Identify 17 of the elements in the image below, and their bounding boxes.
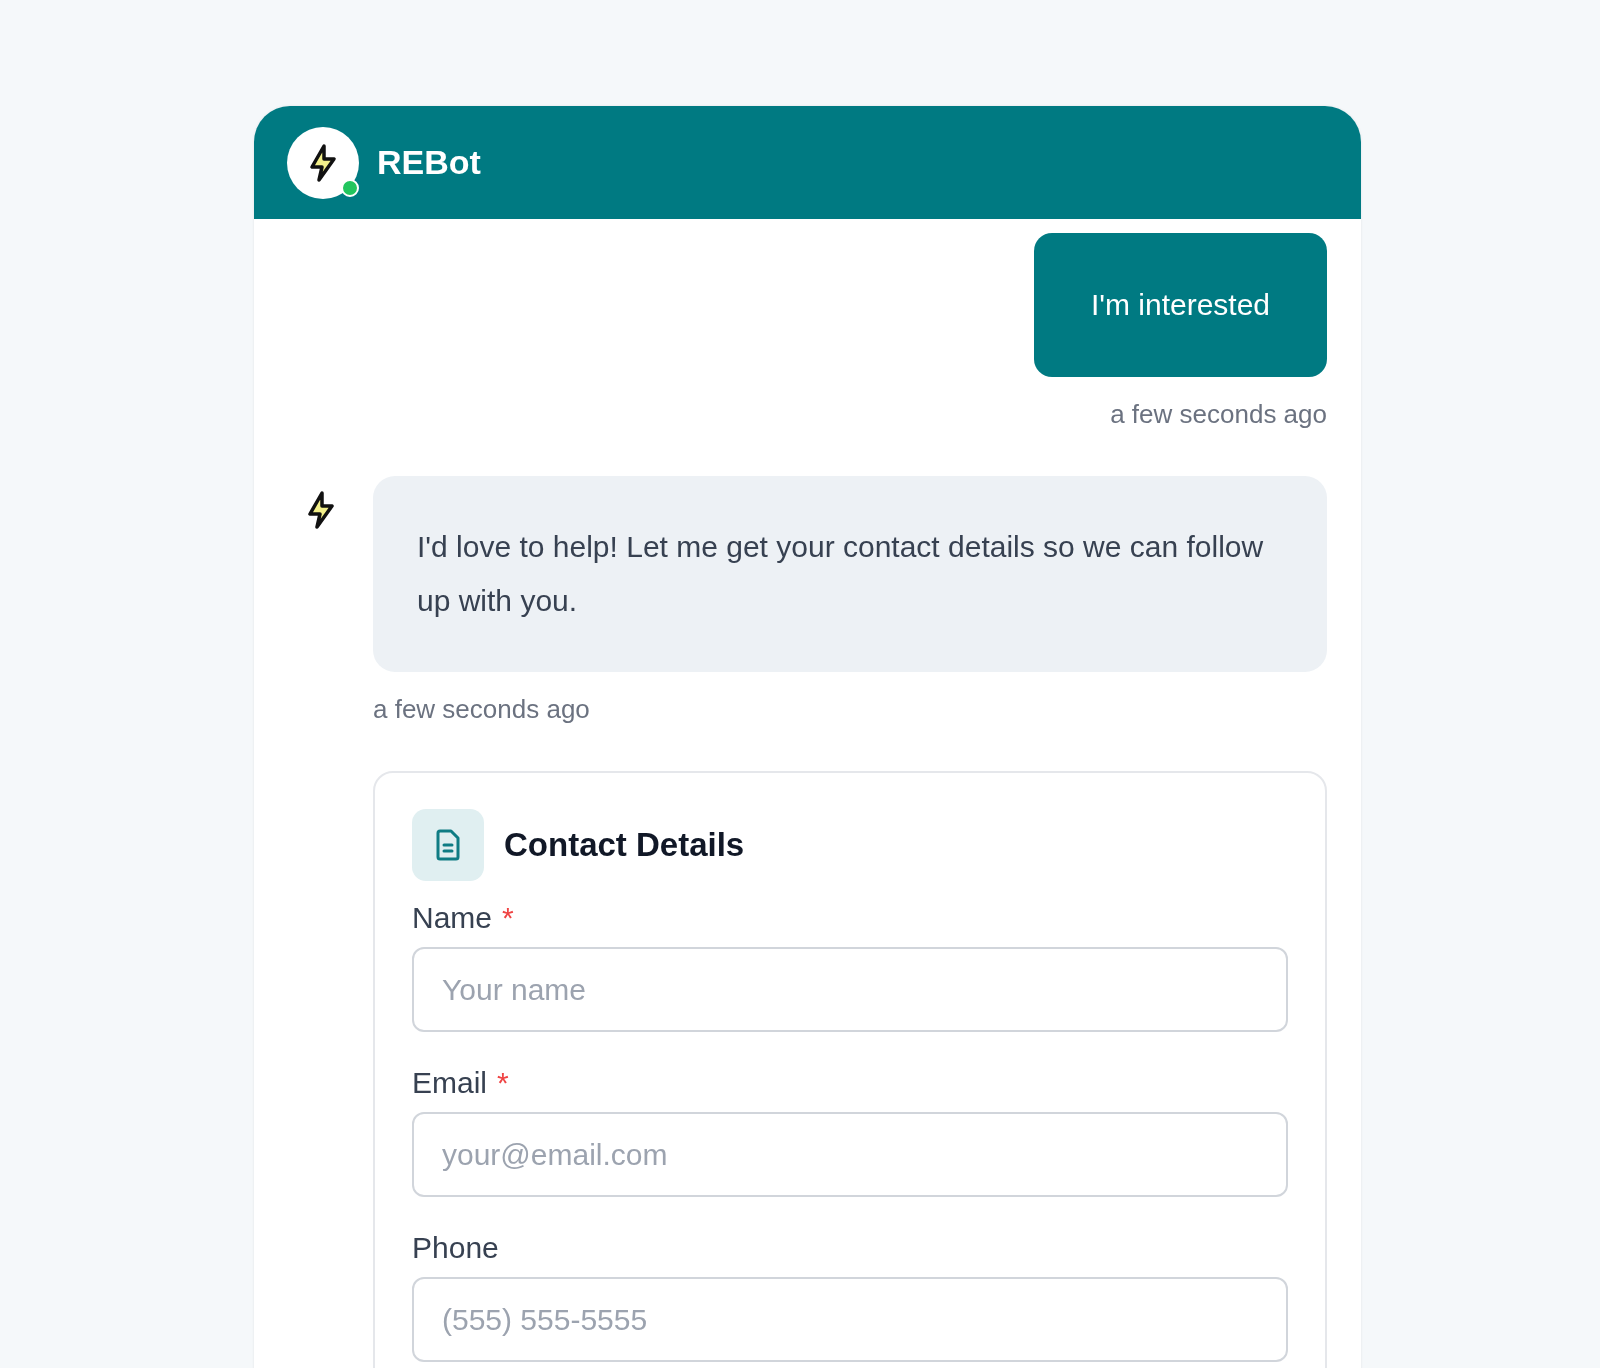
required-mark: * [497,1066,509,1100]
user-message: I'm interested [1034,233,1327,377]
input-field[interactable]: (555) 555-5555 [412,1277,1288,1362]
field-label: Email [412,1066,487,1100]
bot-name: REBot [377,143,481,182]
input-field[interactable]: your@email.com [412,1112,1288,1197]
input-field[interactable]: Your name [412,947,1288,1032]
bot-message: I'd love to help! Let me get your contact details so we can follow up with you. [373,476,1327,672]
lightning-icon [306,490,336,530]
message-time: a few seconds ago [1110,399,1327,430]
required-mark: * [502,901,514,935]
message-time: a few seconds ago [373,694,590,725]
field-label: Name [412,901,493,935]
lightning-icon [308,142,338,183]
document-icon [412,809,484,881]
field-label: Phone [412,1231,499,1265]
form-title: Contact Details [504,826,745,864]
